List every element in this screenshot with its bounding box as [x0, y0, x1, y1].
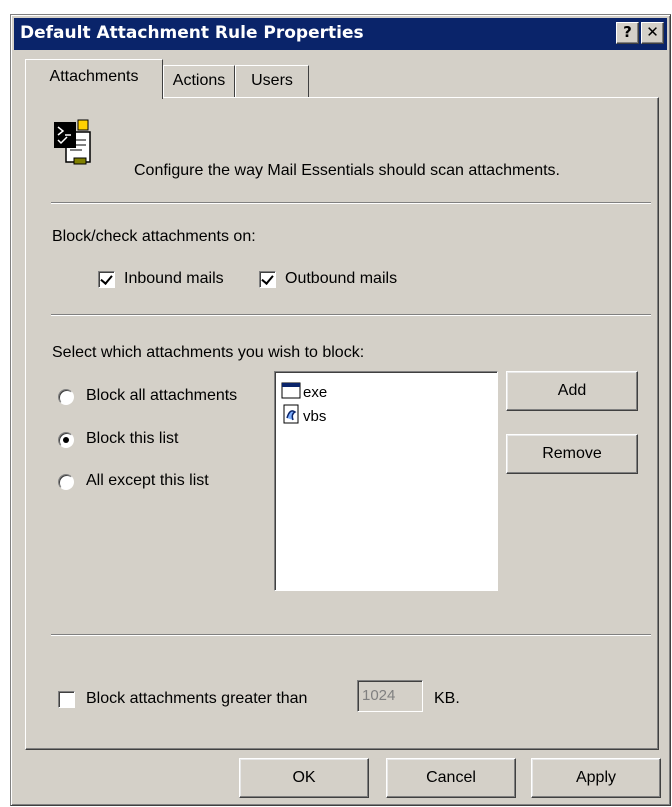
vbs-script-icon [281, 404, 301, 424]
block-all-label[interactable]: Block all attachments [86, 387, 237, 405]
tab-attachments[interactable]: Attachments [25, 59, 163, 99]
all-except-label[interactable]: All except this list [86, 472, 209, 490]
size-limit-unit: KB. [434, 690, 460, 707]
list-item-label: exe [303, 384, 328, 401]
outbound-checkbox[interactable] [259, 271, 276, 288]
divider [51, 634, 651, 636]
block-check-label: Block/check attachments on: [52, 228, 256, 245]
attachment-list[interactable]: exe vbs [274, 371, 498, 591]
close-button[interactable]: ✕ [641, 22, 664, 44]
block-list-label[interactable]: Block this list [86, 430, 178, 448]
title-bar[interactable]: Default Attachment Rule Properties ? ✕ [14, 18, 667, 50]
dialog-window: Default Attachment Rule Properties ? ✕ A… [10, 14, 671, 806]
list-item-label: vbs [303, 408, 327, 425]
size-limit-field[interactable]: 1024 [357, 680, 423, 712]
select-attachments-label: Select which attachments you wish to blo… [52, 344, 365, 361]
add-button[interactable]: Add [506, 371, 638, 411]
attachments-panel: Configure the way Mail Essentials should… [25, 97, 659, 750]
remove-button[interactable]: Remove [506, 434, 638, 474]
block-list-radio[interactable] [58, 432, 74, 448]
divider [51, 202, 651, 204]
size-limit-label[interactable]: Block attachments greater than [86, 690, 307, 708]
help-button[interactable]: ? [616, 22, 639, 44]
size-limit-checkbox[interactable] [58, 691, 75, 708]
divider [51, 314, 651, 316]
cancel-button[interactable]: Cancel [386, 758, 516, 798]
window-title: Default Attachment Rule Properties [20, 23, 364, 43]
tab-users[interactable]: Users [235, 65, 309, 97]
inbound-label[interactable]: Inbound mails [124, 270, 224, 288]
tab-actions[interactable]: Actions [163, 65, 235, 97]
apply-button[interactable]: Apply [531, 758, 661, 798]
header-description: Configure the way Mail Essentials should… [134, 162, 560, 179]
attachment-config-icon [52, 118, 94, 166]
all-except-radio[interactable] [58, 474, 74, 490]
block-all-radio[interactable] [58, 389, 74, 405]
outbound-label[interactable]: Outbound mails [285, 270, 397, 288]
exe-file-icon [281, 380, 301, 400]
ok-button[interactable]: OK [239, 758, 369, 798]
inbound-checkbox[interactable] [98, 271, 115, 288]
